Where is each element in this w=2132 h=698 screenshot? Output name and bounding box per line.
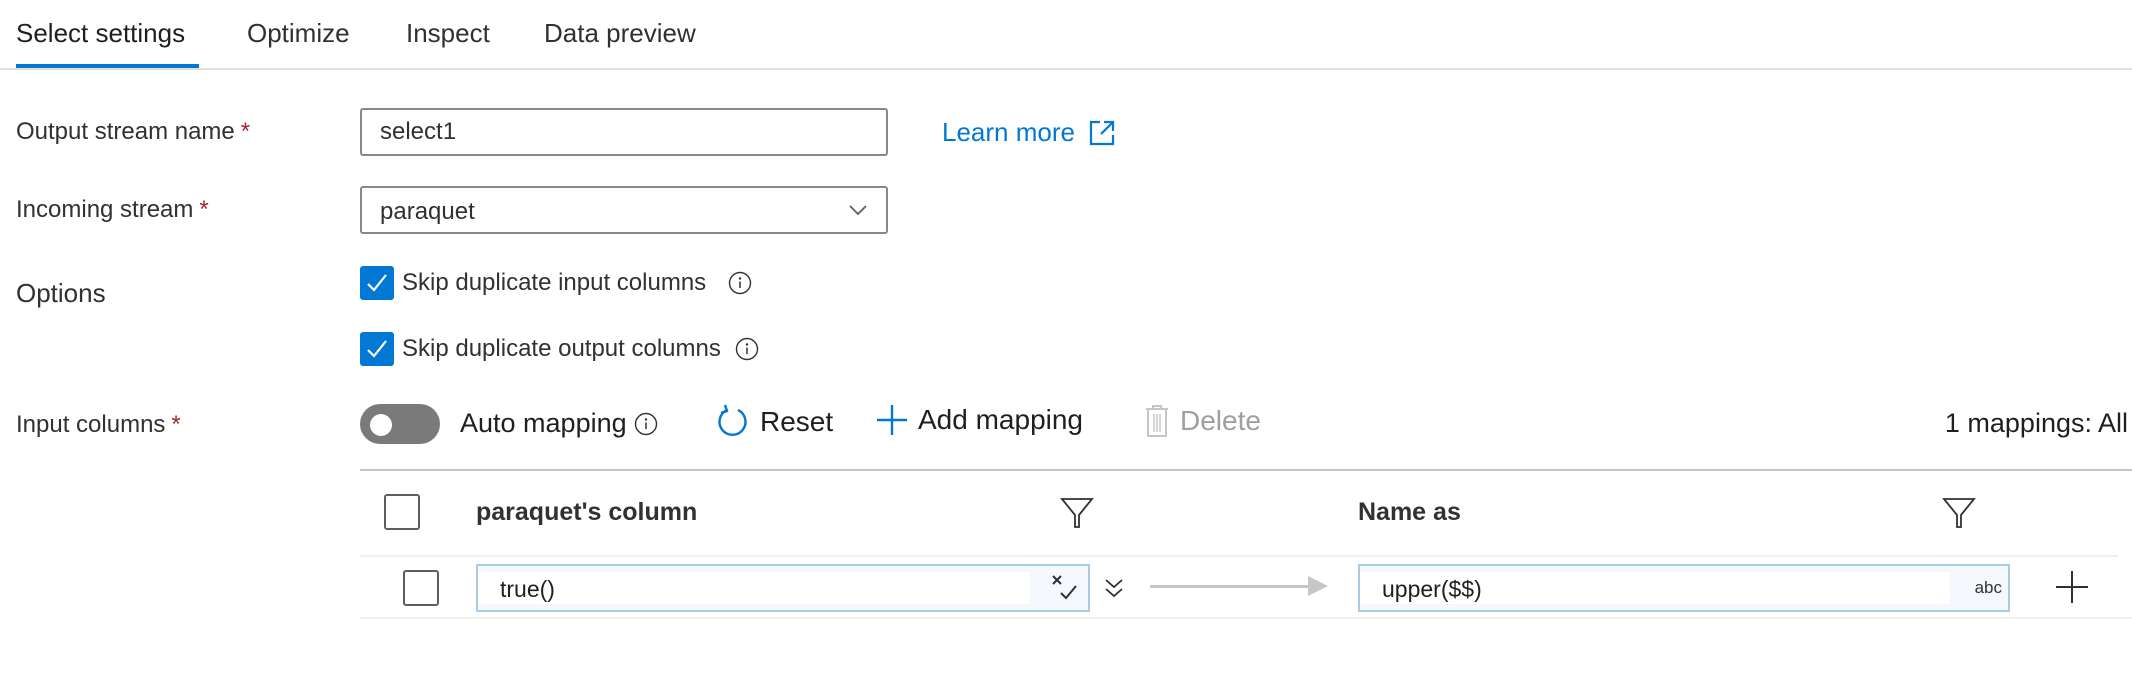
tab-bar: Select settings Optimize Inspect Data pr… bbox=[0, 0, 2132, 70]
incoming-stream-value: paraquet bbox=[380, 198, 475, 225]
checkbox-checked[interactable] bbox=[360, 266, 394, 300]
checkbox-checked[interactable] bbox=[360, 332, 394, 366]
active-tab-indicator bbox=[16, 64, 199, 68]
skip-duplicate-output-label[interactable]: Skip duplicate output columns bbox=[402, 335, 721, 363]
header-row-separator bbox=[360, 555, 2118, 557]
output-stream-name-field[interactable] bbox=[360, 108, 888, 156]
mapping-arrow-line bbox=[1150, 585, 1310, 588]
tab-inspect[interactable]: Inspect bbox=[406, 18, 490, 49]
required-mark: * bbox=[240, 118, 251, 145]
refresh-icon bbox=[718, 404, 747, 436]
tab-optimize[interactable]: Optimize bbox=[247, 18, 350, 49]
input-columns-label: Input columns * bbox=[16, 411, 181, 439]
plus-icon bbox=[877, 405, 907, 435]
add-row-plus-icon[interactable] bbox=[2055, 570, 2089, 604]
skip-duplicate-input-checkbox[interactable]: Skip duplicate input columns bbox=[360, 266, 752, 300]
source-column-value: true() bbox=[500, 576, 555, 602]
column-header-target: Name as bbox=[1358, 498, 1461, 526]
tab-select-settings[interactable]: Select settings bbox=[16, 18, 185, 49]
expression-toggle-icon[interactable] bbox=[1050, 574, 1080, 604]
toggle-knob bbox=[370, 414, 392, 436]
incoming-stream-dropdown[interactable]: paraquet bbox=[360, 186, 888, 234]
column-header-source: paraquet's column bbox=[476, 498, 698, 526]
info-icon[interactable] bbox=[735, 337, 759, 361]
table-top-border bbox=[360, 469, 2132, 471]
add-mapping-label: Add mapping bbox=[918, 404, 1084, 435]
info-icon[interactable] bbox=[728, 271, 752, 295]
select-all-checkbox[interactable] bbox=[384, 494, 420, 530]
source-column-field[interactable]: true() bbox=[476, 564, 1090, 612]
output-stream-label: Output stream name * bbox=[16, 118, 250, 146]
trash-icon bbox=[1146, 405, 1168, 437]
delete-button[interactable]: Delete bbox=[1144, 404, 1261, 438]
incoming-stream-label-text: Incoming stream bbox=[16, 196, 194, 223]
name-as-field[interactable]: upper($$) abc bbox=[1358, 564, 2010, 612]
auto-mapping-toggle[interactable] bbox=[360, 404, 440, 444]
mapping-arrow-head bbox=[1308, 576, 1328, 596]
checkmark-icon bbox=[367, 274, 387, 292]
learn-more-link[interactable]: Learn more bbox=[942, 117, 1115, 148]
filter-icon[interactable] bbox=[1942, 496, 1976, 530]
incoming-stream-label: Incoming stream * bbox=[16, 196, 209, 224]
row-checkbox[interactable] bbox=[403, 570, 439, 606]
input-columns-label-text: Input columns bbox=[16, 411, 166, 438]
output-stream-name-input[interactable] bbox=[362, 110, 886, 154]
auto-mapping-label: Auto mapping bbox=[460, 408, 627, 438]
double-chevron-down-icon[interactable] bbox=[1103, 577, 1125, 601]
learn-more-text[interactable]: Learn more bbox=[942, 117, 1075, 148]
reset-button[interactable]: Reset bbox=[716, 404, 833, 440]
required-mark: * bbox=[199, 196, 209, 223]
output-stream-label-text: Output stream name bbox=[16, 118, 235, 145]
skip-duplicate-input-label[interactable]: Skip duplicate input columns bbox=[402, 269, 706, 297]
skip-duplicate-output-checkbox[interactable]: Skip duplicate output columns bbox=[360, 332, 759, 366]
row-separator bbox=[360, 617, 2132, 619]
reset-label: Reset bbox=[760, 406, 834, 437]
tab-data-preview[interactable]: Data preview bbox=[544, 18, 696, 49]
string-type-icon: abc bbox=[1974, 578, 2002, 597]
mapping-count: 1 mappings: All bbox=[1944, 408, 2128, 438]
source-column-input-area bbox=[478, 572, 1030, 604]
required-mark: * bbox=[171, 411, 181, 438]
checkmark-icon bbox=[367, 340, 387, 358]
add-mapping-button[interactable]: Add mapping bbox=[876, 404, 1083, 436]
name-as-value: upper($$) bbox=[1382, 576, 1482, 602]
options-label: Options bbox=[16, 278, 106, 308]
info-icon[interactable] bbox=[634, 412, 658, 436]
external-link-icon bbox=[1089, 120, 1115, 145]
delete-label: Delete bbox=[1180, 405, 1261, 436]
filter-icon[interactable] bbox=[1060, 496, 1094, 530]
chevron-down-icon bbox=[849, 205, 867, 216]
